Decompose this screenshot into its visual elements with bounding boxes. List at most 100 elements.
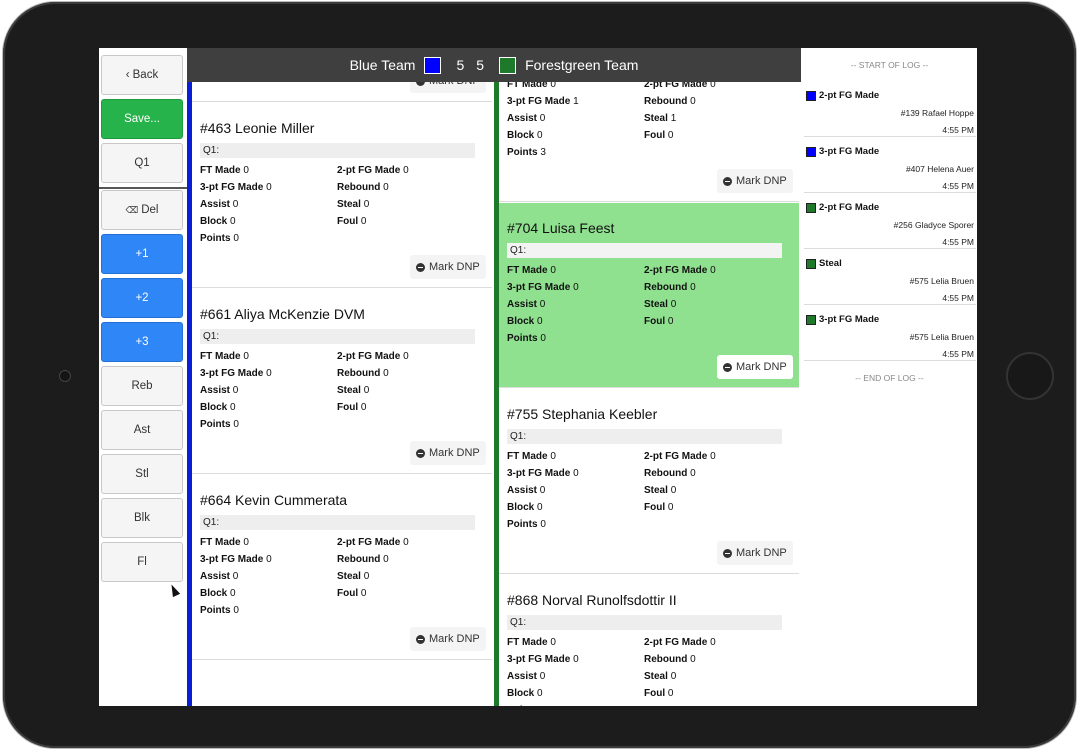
steal-stat: Steal 0 — [644, 671, 677, 682]
rebound-stat: Rebound 0 — [337, 554, 389, 565]
log-entry[interactable]: 2-pt FG Made #256 Gladyce Sporer 4:55 PM — [804, 193, 976, 249]
player-card[interactable]: #664 Kevin Cummerata Q1: FT Made 0 2-pt FG … — [192, 475, 492, 660]
player-name: #463 Leonie Miller — [200, 120, 315, 136]
minus-circle-icon — [723, 176, 732, 186]
ft-stat: FT Made 0 — [507, 451, 556, 462]
foul-stat: Foul 0 — [337, 402, 367, 413]
log-player: #575 Lelia Bruen — [909, 332, 974, 342]
camera-icon — [59, 370, 71, 382]
foul-button[interactable]: Fl — [101, 542, 183, 582]
fg3-stat: 3-pt FG Made 0 — [200, 554, 272, 565]
player-name: #664 Kevin Cummerata — [200, 492, 348, 508]
player-card[interactable]: #661 Aliya McKenzie DVM Q1: FT Made 0 2-pt … — [192, 289, 492, 474]
points-stat: Points 0 — [200, 419, 239, 430]
foul-stat: Foul 0 — [644, 502, 674, 513]
save-button[interactable]: Save... — [101, 99, 183, 139]
panel-divider — [99, 187, 187, 189]
mark-dnp-button[interactable]: Mark DNP — [410, 255, 486, 279]
block-stat: Block 0 — [507, 130, 543, 141]
player-card[interactable]: #755 Stephania Keebler Q1: FT Made 0 2-pt F… — [499, 389, 799, 574]
log-entry[interactable]: 2-pt FG Made #139 Rafael Hoppe 4:55 PM — [804, 81, 976, 137]
fg3-stat: 3-pt FG Made 0 — [507, 468, 579, 479]
log-event: 3-pt FG Made — [806, 146, 879, 157]
foul-stat: Foul 0 — [337, 216, 367, 227]
mark-dnp-button[interactable]: Mark DNP — [410, 441, 486, 465]
block-stat: Block 0 — [200, 588, 236, 599]
steal-stat: Steal 0 — [337, 571, 370, 582]
blue-team-column[interactable]: #483 Caesar JohnsonQ1:FT Made 02-pt FG M… — [187, 48, 492, 706]
minus-circle-icon — [416, 448, 425, 458]
quarter-label: Q1: — [200, 329, 475, 344]
block-stat: Block 0 — [507, 502, 543, 513]
player-name: #868 Norval Runolfsdottir II — [507, 592, 677, 608]
log-event: 3-pt FG Made — [806, 314, 879, 325]
assist-stat: Assist 0 — [507, 113, 546, 124]
green-team-column[interactable]: Q1: FT Made 0 2-pt FG Made 0 3-pt FG Made 1… — [494, 48, 802, 706]
team-color-swatch — [806, 258, 816, 269]
quarter-label: Q1: — [507, 615, 782, 630]
delete-button[interactable]: ⌫ Del — [101, 190, 183, 230]
ft-stat: FT Made 0 — [200, 165, 249, 176]
quarter-button[interactable]: Q1 — [101, 143, 183, 183]
log-time: 4:55 PM — [942, 237, 974, 247]
mark-dnp-button[interactable]: Mark DNP — [717, 169, 793, 193]
minus-circle-icon — [723, 362, 732, 372]
plus-three-button[interactable]: +3 — [101, 322, 183, 362]
points-stat: Points 0 — [200, 233, 239, 244]
team-color-swatch — [806, 202, 816, 213]
rebound-stat: Rebound 0 — [337, 182, 389, 193]
mark-dnp-button[interactable]: Mark DNP — [410, 627, 486, 651]
mark-dnp-button[interactable]: Mark DNP — [717, 541, 793, 565]
fg2-stat: 2-pt FG Made 0 — [337, 351, 409, 362]
rebound-button[interactable]: Reb — [101, 366, 183, 406]
fg3-stat: 3-pt FG Made 1 — [507, 96, 579, 107]
quarter-label: Q1: — [200, 143, 475, 158]
player-card[interactable]: #463 Leonie Miller Q1: FT Made 0 2-pt FG Ma… — [192, 103, 492, 288]
back-button[interactable]: ‹ Back — [101, 55, 183, 95]
steal-stat: Steal 0 — [644, 299, 677, 310]
team-a-score: 5 — [456, 57, 465, 73]
steal-button[interactable]: Stl — [101, 454, 183, 494]
assist-stat: Assist 0 — [507, 671, 546, 682]
fg3-stat: 3-pt FG Made 0 — [507, 282, 579, 293]
player-name: #704 Luisa Feest — [507, 220, 615, 236]
fg2-stat: 2-pt FG Made 0 — [644, 265, 716, 276]
quarter-label: Q1: — [200, 515, 475, 530]
mark-dnp-button[interactable]: Mark DNP — [717, 355, 793, 379]
team-color-swatch — [806, 314, 816, 325]
log-entry[interactable]: 3-pt FG Made #407 Helena Auer 4:55 PM — [804, 137, 976, 193]
plus-two-button[interactable]: +2 — [101, 278, 183, 318]
plus-one-button[interactable]: +1 — [101, 234, 183, 274]
foul-stat: Foul 0 — [644, 316, 674, 327]
log-end-label: -- END OF LOG -- — [855, 373, 924, 383]
assist-stat: Assist 0 — [200, 385, 239, 396]
team-b-name: Forestgreen Team — [525, 57, 639, 73]
home-button[interactable] — [1006, 352, 1054, 400]
block-stat: Block 0 — [507, 688, 543, 699]
rebound-stat: Rebound 0 — [337, 368, 389, 379]
player-card[interactable]: #704 Luisa Feest Q1: FT Made 0 2-pt FG Made… — [499, 203, 799, 388]
fg3-stat: 3-pt FG Made 0 — [507, 654, 579, 665]
log-player: #256 Gladyce Sporer — [893, 220, 974, 230]
player-name: #755 Stephania Keebler — [507, 406, 658, 422]
assist-button[interactable]: Ast — [101, 410, 183, 450]
log-entry[interactable]: Steal #575 Lelia Bruen 4:55 PM — [804, 249, 976, 305]
team-b-color-swatch — [499, 56, 517, 74]
log-time: 4:55 PM — [942, 349, 974, 359]
chevron-left-icon: ‹ — [125, 69, 130, 81]
log-event: 2-pt FG Made — [806, 90, 879, 101]
quarter-label: Q1: — [507, 429, 782, 444]
player-card[interactable]: #868 Norval Runolfsdottir II Q1: FT Made 0… — [499, 575, 799, 706]
foul-stat: Foul 0 — [644, 688, 674, 699]
points-stat: Points 0 — [200, 605, 239, 616]
rebound-stat: Rebound 0 — [644, 468, 696, 479]
log-player: #575 Lelia Bruen — [909, 276, 974, 286]
log-event: 2-pt FG Made — [806, 202, 879, 213]
fg2-stat: 2-pt FG Made 0 — [644, 451, 716, 462]
block-button[interactable]: Blk — [101, 498, 183, 538]
scoreboard-bar: Blue Team 5 5 Forestgreen Team — [187, 48, 801, 82]
log-time: 4:55 PM — [942, 181, 974, 191]
backspace-icon: ⌫ — [125, 204, 139, 215]
log-entry[interactable]: 3-pt FG Made #575 Lelia Bruen 4:55 PM — [804, 305, 976, 361]
player-name: #661 Aliya McKenzie DVM — [200, 306, 365, 322]
